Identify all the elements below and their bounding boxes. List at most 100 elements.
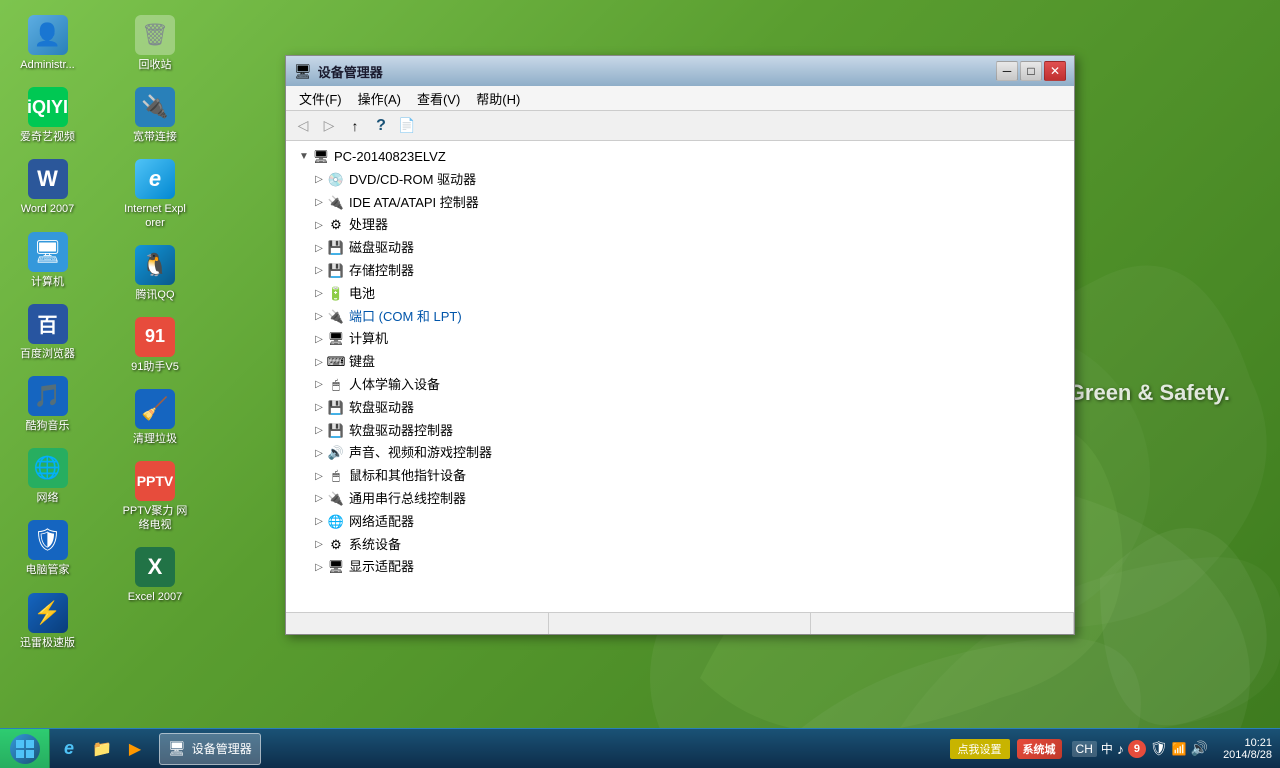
desktop-icon-network[interactable]: 🌐 网络 [10,443,85,510]
mouse-label: 鼠标和其他指针设备 [349,466,466,487]
desktop-icon-pptv[interactable]: PPTV PPTV聚力 网络电视 [118,456,193,536]
tree-item-network[interactable]: ▷ 🌐 网络适配器 [311,511,1069,534]
notify-icon[interactable]: 9 [1128,740,1146,758]
floppy-ctrl-expand-icon: ▷ [311,423,327,439]
taskbar-item-devmgr[interactable]: 🖥 设备管理器 [159,733,261,765]
help-button[interactable]: ? [369,114,393,138]
tree-item-battery[interactable]: ▷ 🔋 电池 [311,283,1069,306]
floppy-ctrl-label: 软盘驱动器控制器 [349,421,453,442]
tree-item-computer[interactable]: ▷ 🖥 计算机 [311,328,1069,351]
window-titlebar[interactable]: 🖥 设备管理器 ─ □ ✕ [286,56,1074,86]
desktop-icon-baidu[interactable]: 百 百度浏览器 [10,299,85,366]
network-adapt-expand-icon: ▷ [311,514,327,530]
network-tray-icon: 📶 [1172,742,1187,756]
computer2-expand-icon: ▷ [311,332,327,348]
desktop-icon-admin[interactable]: 👤 Administr... [10,10,85,77]
iqiyi-label: 爱奇艺视频 [20,131,75,144]
menu-action[interactable]: 操作(A) [350,87,409,110]
keyboard-label: 键盘 [349,352,375,373]
floppy-label: 软盘驱动器 [349,398,414,419]
audio-icon: 🔊 [327,445,345,463]
desktop-icon-iqiyi[interactable]: iQIYI 爱奇艺视频 [10,82,85,149]
desktop-icon-excel[interactable]: X Excel 2007 [118,542,193,609]
desktop-icon-91[interactable]: 91 91助手V5 [118,312,193,379]
storage-label: 存储控制器 [349,261,414,282]
desktop-icon-thunder[interactable]: ⚡ 迅雷极速版 [10,588,85,655]
ime-mode-indicator[interactable]: 中 [1101,740,1113,757]
menu-file[interactable]: 文件(F) [291,87,350,110]
properties-button[interactable]: 📄 [395,114,419,138]
desktop-icon-pcmgr[interactable]: 🛡 电脑管家 [10,515,85,582]
quick-media[interactable]: ▶ [121,735,149,763]
disk-icon: 💾 [327,240,345,258]
menu-view[interactable]: 查看(V) [409,87,468,110]
cpu-expand-icon: ▷ [311,218,327,234]
settings-promo-button[interactable]: 点我设置 [950,739,1010,759]
tree-item-ide[interactable]: ▷ 🔌 IDE ATA/ATAPI 控制器 [311,192,1069,215]
menu-help[interactable]: 帮助(H) [468,87,528,110]
tree-item-usb[interactable]: ▷ 🔌 通用串行总线控制器 [311,488,1069,511]
close-button[interactable]: ✕ [1044,61,1066,81]
disk-expand-icon: ▷ [311,241,327,257]
tree-item-disk[interactable]: ▷ 💾 磁盘驱动器 [311,237,1069,260]
qq-icon: 🐧 [135,245,175,285]
desktop-icon-qq[interactable]: 🐧 腾讯QQ [118,240,193,307]
hid-label: 人体学输入设备 [349,375,440,396]
hid-icon: 🖱 [327,376,345,394]
desktop-icon-kugou[interactable]: 🎵 酷狗音乐 [10,371,85,438]
tree-item-cpu[interactable]: ▷ ⚙ 处理器 [311,214,1069,237]
back-button[interactable]: ◁ [291,114,315,138]
computer2-icon: 🖥 [327,331,345,349]
recycle-label: 回收站 [139,59,172,72]
system-clock[interactable]: 10:21 2014/8/28 [1215,737,1280,761]
mouse-icon: 🖱 [327,468,345,486]
desktop-icon-word[interactable]: W Word 2007 [10,154,85,221]
lang-indicator[interactable]: CH [1072,741,1097,757]
statusbar-3 [811,613,1074,634]
taskbar-right: 点我设置 系统城 CH 中 ♪ 9 🛡 📶 🔊 10:21 2014/8/28 [950,729,1280,768]
tree-root-item[interactable]: ▼ 🖥 PC-20140823ELVZ [296,146,1069,169]
word-label: Word 2007 [21,203,75,216]
device-manager-window: 🖥 设备管理器 ─ □ ✕ 文件(F) 操作(A) 查看(V) 帮助(H) ◁ … [285,55,1075,635]
desktop-icon-broadband[interactable]: 🔌 宽带连接 [118,82,193,149]
desktop-icon-cleanup[interactable]: 🧹 清理垃圾 [118,384,193,451]
broadband-icon: 🔌 [135,87,175,127]
cpu-icon: ⚙ [327,217,345,235]
audio-expand-icon: ▷ [311,446,327,462]
taskbar: e 📁 ▶ 🖥 设备管理器 点我设置 系统城 CH 中 ♪ 9 🛡 [0,728,1280,768]
window-title-icon: 🖥 [294,63,312,80]
tree-item-display[interactable]: ▷ 🖥 显示适配器 [311,556,1069,579]
desktop-icon-recycle[interactable]: 🗑 回收站 [118,10,193,77]
tree-item-port[interactable]: ▷ 🔌 端口 (COM 和 LPT) [311,306,1069,329]
root-label: PC-20140823ELVZ [334,147,446,168]
quick-ie[interactable]: e [55,735,83,763]
tree-item-storage[interactable]: ▷ 💾 存储控制器 [311,260,1069,283]
tree-item-audio[interactable]: ▷ 🔊 声音、视频和游戏控制器 [311,442,1069,465]
desktop-icons-container: 👤 Administr... iQIYI 爱奇艺视频 W Word 2007 🖥… [0,0,230,720]
tree-item-sysdev[interactable]: ▷ ⚙ 系统设备 [311,534,1069,557]
tree-item-mouse[interactable]: ▷ 🖱 鼠标和其他指针设备 [311,465,1069,488]
ie-icon: e [135,159,175,199]
maximize-button[interactable]: □ [1020,61,1042,81]
minimize-button[interactable]: ─ [996,61,1018,81]
start-button[interactable] [0,729,50,768]
tree-children: ▷ 💿 DVD/CD-ROM 驱动器 ▷ 🔌 IDE ATA/ATAPI 控制器… [311,169,1069,579]
keyboard-expand-icon: ▷ [311,355,327,371]
display-label: 显示适配器 [349,557,414,578]
tree-item-floppy[interactable]: ▷ 💾 软盘驱动器 [311,397,1069,420]
tree-item-hid[interactable]: ▷ 🖱 人体学输入设备 [311,374,1069,397]
iqiyi-icon: iQIYI [28,87,68,127]
forward-button[interactable]: ▷ [317,114,341,138]
desktop-icon-computer[interactable]: 🖥 计算机 [10,227,85,294]
volume-icon[interactable]: 🔊 [1191,740,1208,757]
window-menubar: 文件(F) 操作(A) 查看(V) 帮助(H) [286,86,1074,111]
tree-item-dvd[interactable]: ▷ 💿 DVD/CD-ROM 驱动器 [311,169,1069,192]
quick-folder[interactable]: 📁 [88,735,116,763]
tree-item-floppy-ctrl[interactable]: ▷ 💾 软盘驱动器控制器 [311,420,1069,443]
up-button[interactable]: ↑ [343,114,367,138]
cleanup-icon: 🧹 [135,389,175,429]
tree-item-keyboard[interactable]: ▷ ⌨ 键盘 [311,351,1069,374]
desktop-icon-ie[interactable]: e Internet Explorer [118,154,193,234]
taskbar-running-items: 🖥 设备管理器 [154,729,266,768]
kugou-label: 酷狗音乐 [26,420,70,433]
